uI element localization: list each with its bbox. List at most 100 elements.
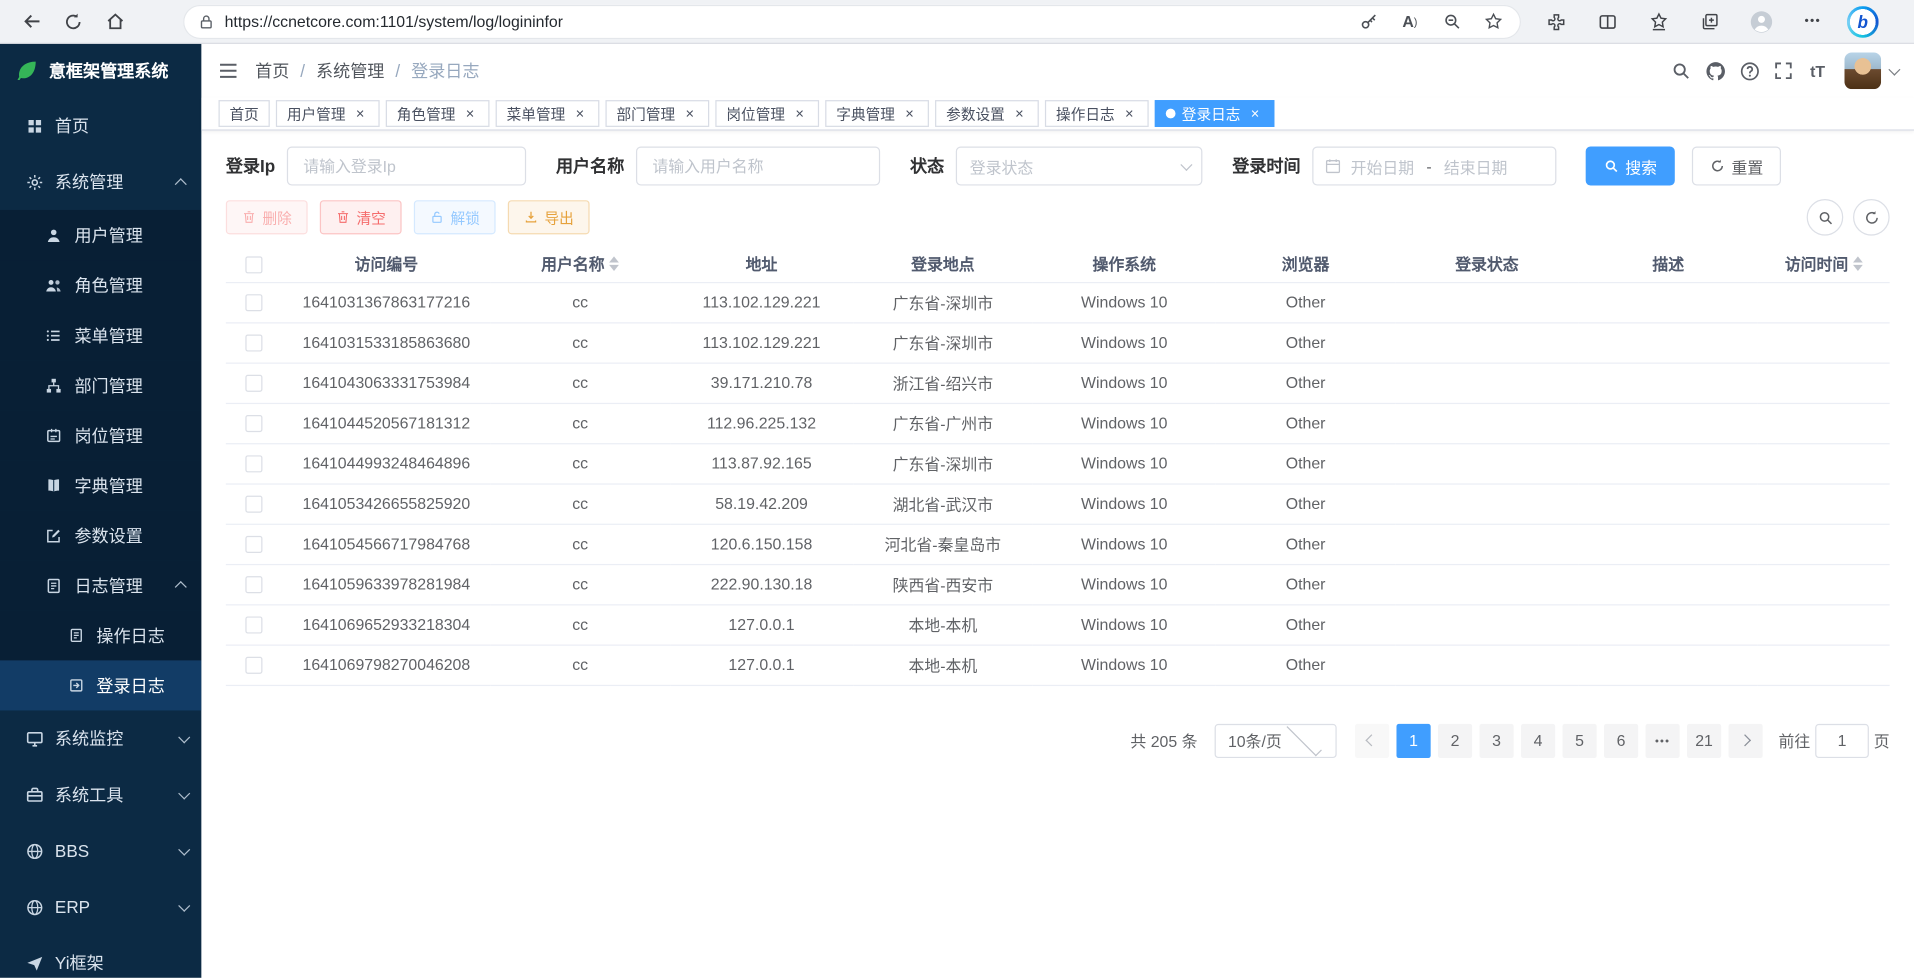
home-icon[interactable] (98, 4, 132, 38)
tab-role-management[interactable]: 角色管理 (386, 100, 490, 127)
table-row[interactable]: 1641054566717984768 cc 120.6.150.158 河北省… (226, 524, 1890, 564)
page-size-select[interactable]: 10条/页 (1215, 723, 1337, 757)
column-header-os[interactable]: 操作系统 (1033, 245, 1216, 282)
key-icon[interactable] (1355, 8, 1382, 35)
table-row[interactable]: 1641044520567181312 cc 112.96.225.132 广东… (226, 403, 1890, 443)
close-tab-icon[interactable] (901, 105, 918, 122)
split-screen-icon[interactable] (1591, 4, 1625, 38)
page-button-6[interactable]: 6 (1604, 723, 1638, 757)
login-ip-input[interactable] (287, 146, 526, 185)
prev-page-button[interactable] (1355, 723, 1389, 757)
sidebar-item-post-management[interactable]: 岗位管理 (0, 410, 201, 460)
back-icon[interactable] (15, 4, 49, 38)
column-header-visit-time[interactable]: 访问时间 (1758, 245, 1890, 282)
row-checkbox[interactable] (246, 496, 263, 513)
page-button-3[interactable]: 3 (1479, 723, 1513, 757)
sidebar-item-yi-framework[interactable]: Yi框架 (0, 935, 201, 978)
sidebar-item-menu-management[interactable]: 菜单管理 (0, 310, 201, 360)
chevron-down-icon[interactable] (1888, 63, 1900, 75)
row-checkbox[interactable] (246, 375, 263, 392)
breadcrumb-item-system[interactable]: 系统管理 (316, 59, 384, 83)
table-row[interactable]: 1641069652933218304 cc 127.0.0.1 本地-本机 W… (226, 604, 1890, 644)
tab-parameter-settings[interactable]: 参数设置 (935, 100, 1039, 127)
user-name-input[interactable] (637, 146, 881, 185)
hamburger-icon[interactable] (211, 54, 245, 88)
table-row[interactable]: 1641059633978281984 cc 222.90.130.18 陕西省… (226, 564, 1890, 604)
toggle-search-button[interactable] (1807, 199, 1844, 236)
url-text[interactable]: https://ccnetcore.com:1101/system/log/lo… (225, 12, 563, 30)
close-tab-icon[interactable] (1247, 105, 1264, 122)
close-tab-icon[interactable] (571, 105, 588, 122)
breadcrumb-item-home[interactable]: 首页 (255, 59, 289, 83)
tab-login-log[interactable]: 登录日志 (1155, 100, 1275, 127)
column-header-address[interactable]: 地址 (670, 245, 853, 282)
row-checkbox[interactable] (246, 415, 263, 432)
browser-profile-avatar[interactable] (1744, 4, 1778, 38)
delete-button[interactable]: 删除 (226, 200, 308, 234)
read-aloud-icon[interactable] (1396, 8, 1423, 35)
address-bar[interactable]: https://ccnetcore.com:1101/system/log/lo… (183, 4, 1521, 38)
page-button-2[interactable]: 2 (1438, 723, 1472, 757)
table-row[interactable]: 1641044993248464896 cc 113.87.92.165 广东省… (226, 443, 1890, 483)
row-checkbox[interactable] (246, 335, 263, 352)
tab-operation-log[interactable]: 操作日志 (1045, 100, 1149, 127)
close-tab-icon[interactable] (1121, 105, 1138, 122)
sort-icon[interactable] (1853, 256, 1863, 271)
sort-icon[interactable] (609, 256, 619, 271)
start-date-placeholder[interactable]: 开始日期 (1351, 154, 1414, 177)
sidebar-item-operation-log[interactable]: 操作日志 (0, 610, 201, 660)
sidebar-item-bbs[interactable]: BBS (0, 823, 201, 879)
copilot-icon[interactable] (1847, 5, 1879, 37)
row-checkbox[interactable] (246, 536, 263, 553)
page-jump-input[interactable] (1815, 723, 1869, 757)
browser-more-icon[interactable] (1796, 4, 1830, 38)
refresh-icon[interactable] (56, 4, 90, 38)
column-header-browser[interactable]: 浏览器 (1216, 245, 1396, 282)
column-header-visit-id[interactable]: 访问编号 (282, 245, 490, 282)
refresh-table-button[interactable] (1853, 199, 1890, 236)
help-icon[interactable] (1732, 54, 1766, 88)
unlock-button[interactable]: 解锁 (414, 200, 496, 234)
tab-department-management[interactable]: 部门管理 (606, 100, 710, 127)
sidebar-item-login-log[interactable]: 登录日志 (0, 660, 201, 710)
close-tab-icon[interactable] (681, 105, 698, 122)
next-page-button[interactable] (1728, 723, 1762, 757)
login-time-range-picker[interactable]: 开始日期 - 结束日期 (1313, 146, 1557, 185)
sidebar-item-log-management[interactable]: 日志管理 (0, 560, 201, 610)
clear-button[interactable]: 清空 (320, 200, 402, 234)
sidebar-item-dictionary-management[interactable]: 字典管理 (0, 460, 201, 510)
font-size-icon[interactable]: tT (1801, 54, 1835, 88)
row-checkbox[interactable] (246, 617, 263, 634)
table-row[interactable]: 1641043063331753984 cc 39.171.210.78 浙江省… (226, 363, 1890, 403)
search-icon[interactable] (1664, 54, 1698, 88)
collections-icon[interactable] (1693, 4, 1727, 38)
tab-home[interactable]: 首页 (219, 100, 270, 127)
table-row[interactable]: 1641031367863177216 cc 113.102.129.221 广… (226, 282, 1890, 322)
search-button[interactable]: 搜索 (1586, 146, 1675, 185)
zoom-out-icon[interactable] (1438, 8, 1465, 35)
lock-icon[interactable] (198, 13, 215, 30)
tab-user-management[interactable]: 用户管理 (276, 100, 380, 127)
more-pages-button[interactable] (1645, 723, 1679, 757)
tab-post-management[interactable]: 岗位管理 (715, 100, 819, 127)
page-button-4[interactable]: 4 (1521, 723, 1555, 757)
page-button-5[interactable]: 5 (1562, 723, 1596, 757)
sidebar-item-system-management[interactable]: 系统管理 (0, 154, 201, 210)
user-avatar[interactable] (1844, 52, 1881, 89)
row-checkbox[interactable] (246, 295, 263, 312)
sidebar-item-home[interactable]: 首页 (0, 98, 201, 154)
close-tab-icon[interactable] (791, 105, 808, 122)
row-checkbox[interactable] (246, 456, 263, 473)
tab-dictionary-management[interactable]: 字典管理 (825, 100, 929, 127)
close-tab-icon[interactable] (1011, 105, 1028, 122)
sidebar-item-parameter-settings[interactable]: 参数设置 (0, 510, 201, 560)
row-checkbox[interactable] (246, 657, 263, 674)
status-select[interactable]: 登录状态 (956, 146, 1203, 185)
column-header-login-status[interactable]: 登录状态 (1395, 245, 1578, 282)
column-header-user-name[interactable]: 用户名称 (490, 245, 670, 282)
table-row[interactable]: 1641069798270046208 cc 127.0.0.1 本地-本机 W… (226, 645, 1890, 685)
close-tab-icon[interactable] (352, 105, 369, 122)
table-row[interactable]: 1641053426655825920 cc 58.19.42.209 湖北省-… (226, 483, 1890, 523)
page-button-1[interactable]: 1 (1396, 723, 1430, 757)
end-date-placeholder[interactable]: 结束日期 (1444, 154, 1507, 177)
